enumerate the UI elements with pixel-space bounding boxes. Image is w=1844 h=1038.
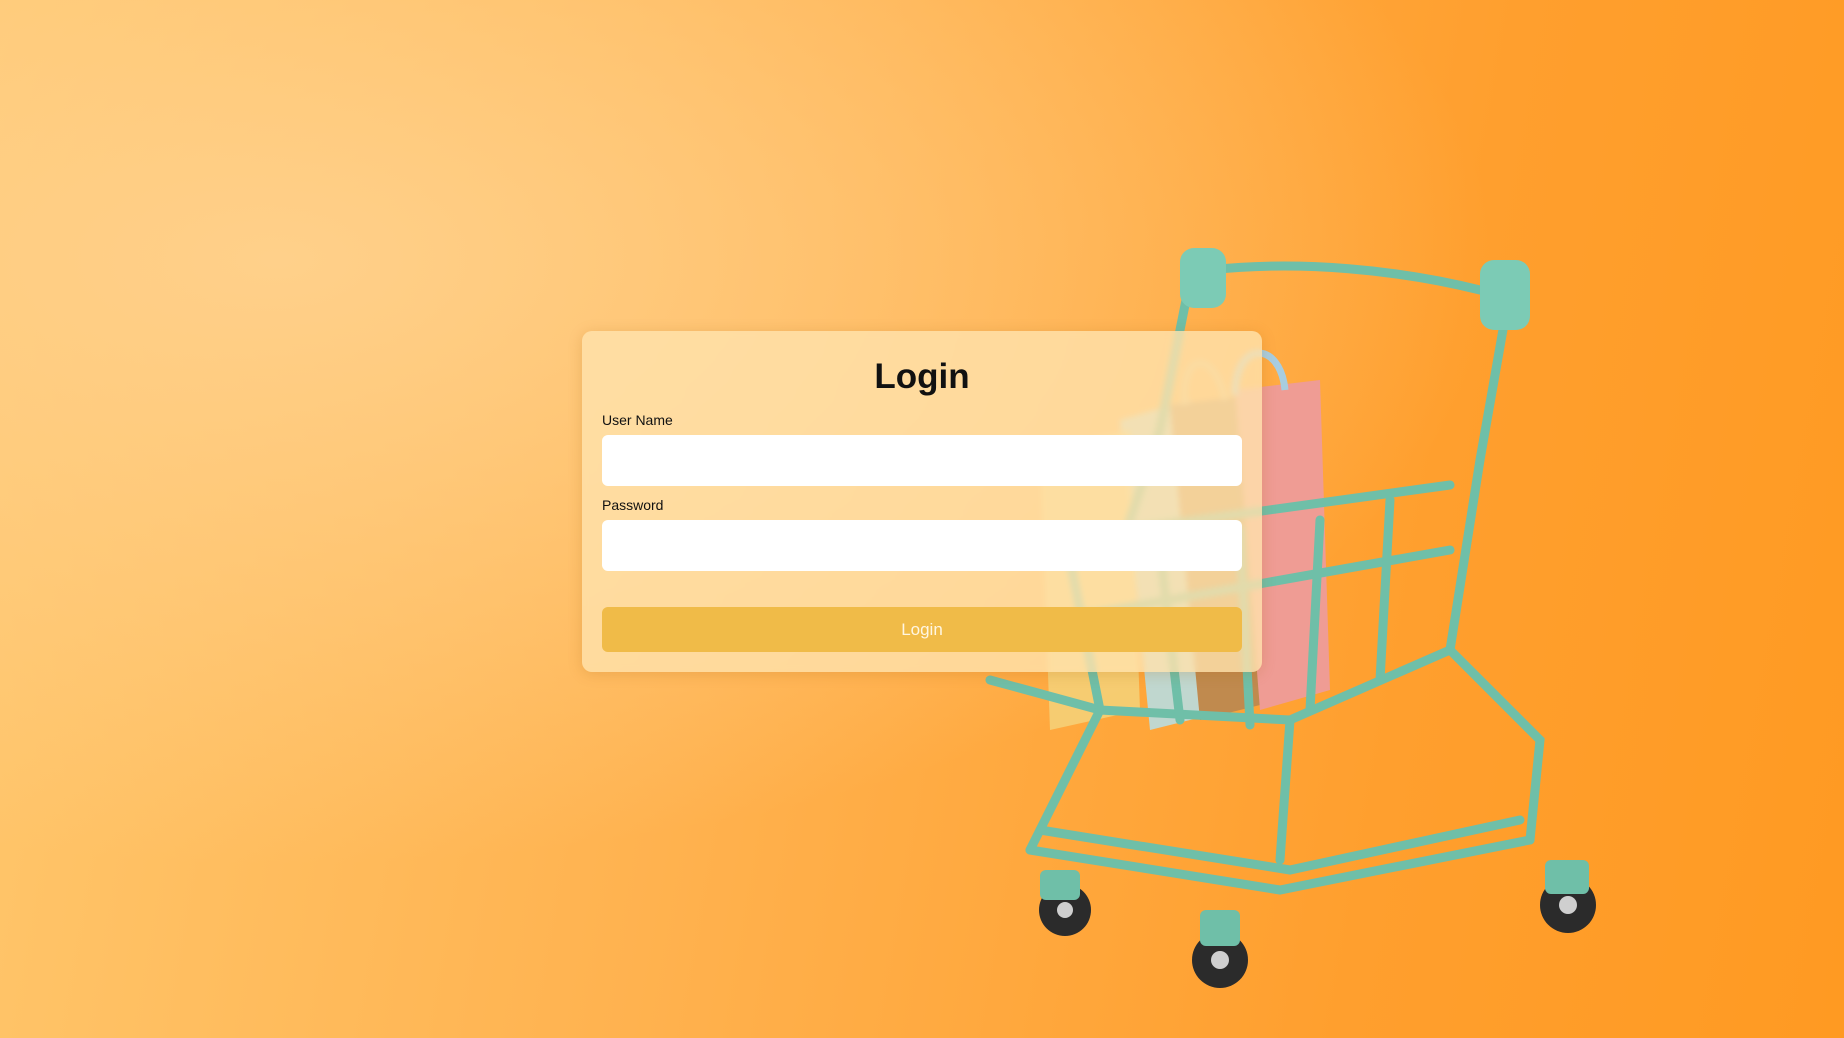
username-label: User Name (602, 412, 673, 428)
username-input[interactable] (602, 435, 1242, 486)
login-title: Login (874, 357, 970, 396)
password-input[interactable] (602, 520, 1242, 571)
login-button[interactable]: Login (602, 607, 1242, 652)
password-label: Password (602, 497, 664, 513)
login-card: Login User Name Password Login (582, 331, 1262, 672)
